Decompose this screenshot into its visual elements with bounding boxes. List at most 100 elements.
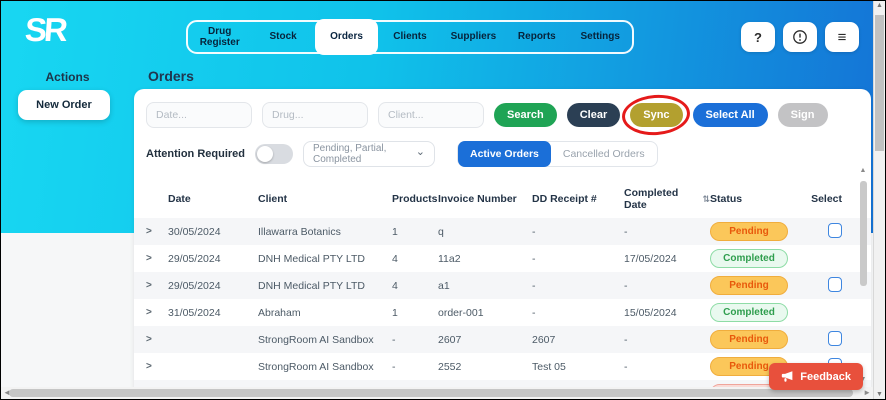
tab-clients[interactable]: Clients <box>378 27 441 47</box>
tab-cancelled-orders[interactable]: Cancelled Orders <box>551 141 657 167</box>
status-badge: Pending <box>710 276 788 295</box>
cell-invoice-number: a1 <box>438 279 450 292</box>
cell-products: 1 <box>392 306 398 319</box>
hamburger-menu-icon: ≡ <box>837 28 847 46</box>
menu-button[interactable]: ≡ <box>825 22 859 52</box>
col-select: Select <box>811 193 842 205</box>
status-filter-dropdown[interactable]: Pending, Partial, Completed ⌄ <box>303 141 435 167</box>
cell-status: Completed <box>710 303 804 322</box>
attention-required-toggle[interactable] <box>255 144 293 164</box>
cell-client: StrongRoom AI Sandbox <box>258 333 374 346</box>
cell-status: Pending <box>710 276 804 295</box>
page-vertical-scrollbar[interactable]: ▲ ▼ <box>873 1 885 399</box>
help-button[interactable]: ? <box>741 22 775 52</box>
cell-date: 29/05/2024 <box>168 279 221 292</box>
scroll-up-icon[interactable]: ▲ <box>858 167 868 174</box>
col-status: Status <box>710 193 743 205</box>
sort-arrows-icon[interactable]: ⇅ <box>702 194 710 205</box>
select-all-button[interactable]: Select All <box>692 103 768 127</box>
client-filter-input[interactable] <box>378 102 484 128</box>
cell-completed-date: 15/05/2024 <box>624 306 677 319</box>
cell-invoice-number: 2552 <box>438 360 462 373</box>
sync-button[interactable]: Sync <box>630 103 683 127</box>
table-scrollbar-thumb[interactable] <box>859 181 867 286</box>
status-badge: Pending <box>710 222 788 241</box>
cell-date: 30/05/2024 <box>168 225 221 238</box>
cell-client: Abraham <box>258 306 301 319</box>
orders-panel: Search Clear Sync Select All Sign Attent… <box>134 89 871 399</box>
cell-invoice-number: order-001 <box>438 306 484 319</box>
info-button[interactable] <box>783 22 817 52</box>
row-checkbox[interactable] <box>828 222 842 238</box>
scroll-right-icon[interactable]: ► <box>863 388 871 397</box>
table-row: > StrongRoom AI Sandbox - 2607 2607 - Pending <box>134 326 871 353</box>
table-scrollbar[interactable]: ▲ ▼ <box>858 167 868 383</box>
tab-orders[interactable]: Orders <box>314 19 379 55</box>
sign-button[interactable]: Sign <box>777 103 828 127</box>
expand-row-icon[interactable]: > <box>146 334 168 345</box>
drug-filter-input[interactable] <box>262 102 368 128</box>
cell-invoice-number: 2607 <box>438 333 462 346</box>
cell-dd-receipt: - <box>532 279 536 292</box>
col-products: Products <box>392 193 438 205</box>
expand-row-icon[interactable]: > <box>146 307 168 318</box>
scroll-down-icon[interactable]: ▼ <box>874 391 885 398</box>
cell-dd-receipt: - <box>532 252 536 265</box>
cell-products: 1 <box>392 225 398 238</box>
tab-suppliers[interactable]: Suppliers <box>442 27 505 47</box>
expand-row-icon[interactable]: > <box>146 226 168 237</box>
cell-products: - <box>392 360 396 373</box>
cell-completed-date: - <box>624 333 628 346</box>
table-row: >31/05/2024 Abraham 1 order-001 - 15/05/2024 C… <box>134 299 871 326</box>
cell-invoice-number: q <box>438 225 444 238</box>
filter-bar: Search Clear Sync Select All Sign <box>134 89 871 138</box>
tab-reports[interactable]: Reports <box>505 27 568 47</box>
tab-settings[interactable]: Settings <box>569 27 632 47</box>
cell-select <box>804 276 842 295</box>
col-completed-date: Completed Date ⇅ <box>624 187 710 211</box>
page-horizontal-scrollbar-thumb[interactable] <box>9 389 853 397</box>
cell-status: Pending <box>710 330 804 349</box>
tab-stock[interactable]: Stock <box>251 27 314 47</box>
new-order-button[interactable]: New Order <box>18 90 110 120</box>
feedback-button[interactable]: Feedback <box>769 363 863 390</box>
page-horizontal-scrollbar[interactable]: ◄ ► <box>1 387 873 399</box>
cell-date: 31/05/2024 <box>168 306 221 319</box>
orders-table-body: >30/05/2024 Illawarra Botanics 1 q - - Pending… <box>134 218 871 399</box>
cell-dd-receipt: Test 05 <box>532 360 566 373</box>
status-badge: Completed <box>710 303 788 322</box>
app-window: { "app": { "logo": "SR" }, "nav": { "tab… <box>0 0 886 400</box>
clear-button[interactable]: Clear <box>566 103 621 127</box>
cell-client: DNH Medical PTY LTD <box>258 279 365 292</box>
main-nav: Drug Register Stock Orders Clients Suppliers… <box>186 19 634 55</box>
expand-row-icon[interactable]: > <box>146 280 168 291</box>
megaphone-icon <box>781 370 794 383</box>
row-checkbox[interactable] <box>828 330 842 346</box>
expand-row-icon[interactable]: > <box>146 253 168 264</box>
cell-dd-receipt: 2607 <box>532 333 556 346</box>
table-header: Date Client Products Invoice Number DD R… <box>134 177 871 218</box>
date-filter-input[interactable] <box>146 102 252 128</box>
cell-products: 4 <box>392 279 398 292</box>
tab-drug-register[interactable]: Drug Register <box>188 22 251 53</box>
status-badge: Pending <box>710 330 788 349</box>
scroll-up-icon[interactable]: ▲ <box>874 2 885 9</box>
header-buttons: ? ≡ <box>741 22 859 52</box>
cell-client: Illawarra Botanics <box>258 225 341 238</box>
page-vertical-scrollbar-thumb[interactable] <box>875 15 884 151</box>
page-title: Orders <box>148 68 194 84</box>
cell-date: 29/05/2024 <box>168 252 221 265</box>
table-row: >29/05/2024 DNH Medical PTY LTD 4 a1 - - Pendi… <box>134 272 871 299</box>
search-button[interactable]: Search <box>494 103 557 127</box>
cell-select <box>804 330 842 349</box>
cell-client: StrongRoom AI Sandbox <box>258 360 374 373</box>
col-date: Date <box>168 193 191 205</box>
cell-completed-date: - <box>624 360 628 373</box>
row-checkbox[interactable] <box>828 276 842 292</box>
col-invoice-number: Invoice Number <box>438 193 517 205</box>
expand-row-icon[interactable]: > <box>146 361 168 372</box>
cell-status: Completed <box>710 249 804 268</box>
table-row: > StrongRoom AI Sandbox -2552 Test 05- Pendi… <box>134 353 871 380</box>
tab-active-orders[interactable]: Active Orders <box>458 141 551 167</box>
cell-products: - <box>392 333 396 346</box>
